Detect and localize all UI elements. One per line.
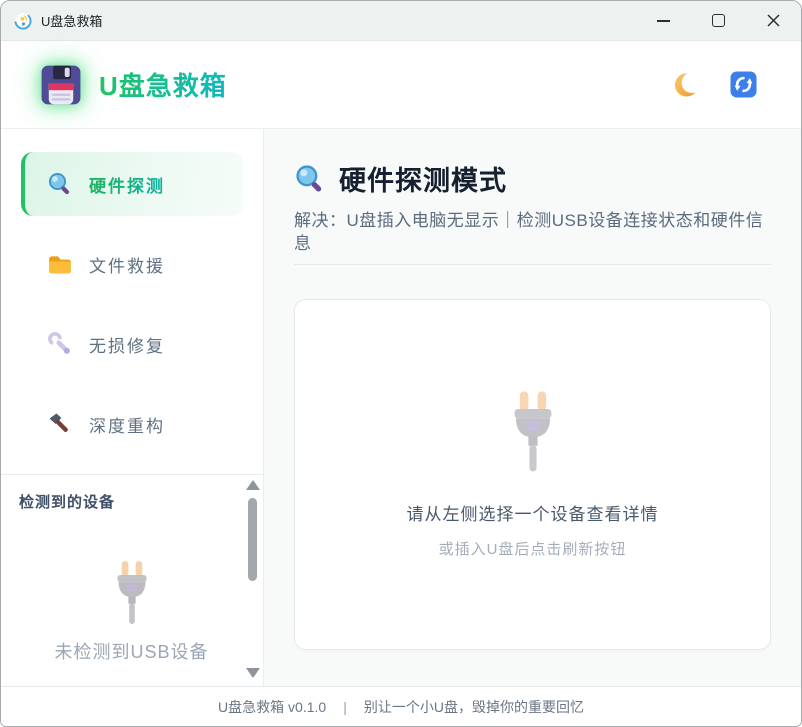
app-window: U盘急救箱 U盘急救箱 — [0, 0, 802, 727]
close-icon — [766, 13, 781, 28]
device-empty-text: 未检测到USB设备 — [54, 638, 208, 664]
sidebar-item-deep-rebuild[interactable]: 深度重构 — [21, 392, 243, 456]
app-header: U盘急救箱 — [1, 41, 801, 129]
plug-icon — [109, 560, 155, 626]
close-button[interactable] — [746, 1, 801, 41]
maximize-button[interactable] — [691, 1, 746, 41]
sidebar-item-label: 硬件探测 — [89, 172, 165, 197]
sidebar-item-file-rescue[interactable]: 文件救援 — [21, 232, 243, 296]
detected-devices-title: 检测到的设备 — [19, 491, 245, 512]
refresh-icon — [730, 71, 757, 98]
main-heading-row: 硬件探测模式 — [294, 159, 771, 198]
scroll-down-icon[interactable] — [246, 668, 260, 678]
moon-icon — [670, 71, 697, 98]
sidebar-item-hardware-detect[interactable]: 硬件探测 — [21, 152, 243, 216]
titlebar: U盘急救箱 — [1, 1, 801, 41]
app-version: U盘急救箱 v0.1.0 — [218, 697, 326, 717]
sidebar-item-label: 文件救援 — [89, 252, 165, 277]
floppy-disk-icon — [35, 59, 87, 111]
maximize-icon — [712, 14, 725, 27]
window-title: U盘急救箱 — [41, 11, 102, 30]
empty-state-secondary-text: 或插入U盘后点击刷新按钮 — [439, 538, 627, 559]
sidebar-item-label: 深度重构 — [89, 412, 165, 437]
plug-icon — [504, 390, 562, 474]
footer-separator: | — [343, 699, 347, 715]
magnifier-icon — [47, 171, 73, 197]
sidebar-scrollbar[interactable] — [245, 478, 261, 680]
sidebar-item-label: 无损修复 — [89, 332, 165, 357]
scrollbar-thumb[interactable] — [248, 498, 257, 581]
magnifier-icon — [294, 163, 326, 195]
refresh-button[interactable] — [727, 69, 759, 101]
device-detail-card: 请从左侧选择一个设备查看详情 或插入U盘后点击刷新按钮 — [294, 299, 771, 650]
app-title: U盘急救箱 — [99, 66, 227, 103]
minimize-icon — [657, 20, 670, 22]
detected-devices-panel: 检测到的设备 未检测到USB设备 — [1, 475, 263, 684]
sidebar-item-lossless-repair[interactable]: 无损修复 — [21, 312, 243, 376]
device-empty-state: 未检测到USB设备 — [19, 560, 244, 664]
scroll-up-icon[interactable] — [246, 480, 260, 490]
status-footer: U盘急救箱 v0.1.0 | 别让一个小U盘，毁掉你的重要回忆 — [1, 686, 801, 726]
theme-toggle-button[interactable] — [667, 69, 699, 101]
content-row: 硬件探测 文件救援 无损修复 — [1, 129, 801, 686]
footer-tagline: 别让一个小U盘，毁掉你的重要回忆 — [364, 697, 584, 717]
main-panel: 硬件探测模式 解决：U盘插入电脑无显示｜检测USB设备连接状态和硬件信息 请从左… — [264, 129, 801, 686]
empty-state-primary-text: 请从左侧选择一个设备查看详情 — [407, 500, 659, 525]
minimize-button[interactable] — [636, 1, 691, 41]
wrench-icon — [47, 331, 73, 357]
hammer-icon — [47, 411, 73, 437]
app-logo-icon — [14, 12, 32, 30]
page-subtitle: 解决：U盘插入电脑无显示｜检测USB设备连接状态和硬件信息 — [294, 210, 771, 265]
page-title: 硬件探测模式 — [339, 159, 507, 198]
folder-icon — [47, 251, 73, 277]
sidebar: 硬件探测 文件救援 无损修复 — [1, 129, 264, 686]
